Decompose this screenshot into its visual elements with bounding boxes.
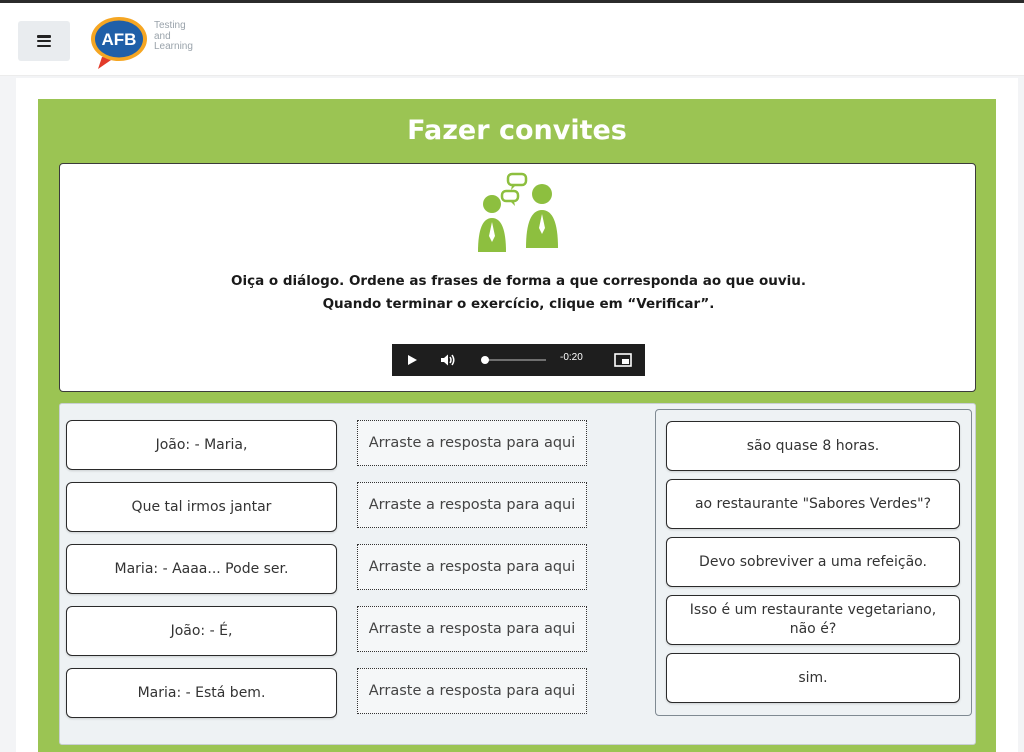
- answer-card[interactable]: sim.: [666, 653, 960, 703]
- phrase-card: Que tal irmos jantar: [66, 482, 337, 532]
- answer-card[interactable]: são quase 8 horas.: [666, 421, 960, 471]
- speech-bubble-logo-icon: AFB: [91, 17, 147, 69]
- play-button[interactable]: [392, 344, 432, 376]
- drop-zone[interactable]: Arraste a resposta para aqui: [357, 482, 587, 528]
- instruction-text: Oiça o diálogo. Ordene as frases de form…: [230, 273, 806, 312]
- drop-zone[interactable]: Arraste a resposta para aqui: [357, 420, 587, 466]
- top-bar: AFB Testing and Learning: [0, 0, 1024, 76]
- play-icon: [408, 355, 417, 365]
- menu-button[interactable]: [18, 21, 70, 61]
- phrase-card: Maria: - Aaaa... Pode ser.: [66, 544, 337, 594]
- answer-card[interactable]: ao restaurante "Sabores Verdes"?: [666, 479, 960, 529]
- activity-panel: Fazer convites Oiça o diálogo. Ordene as…: [38, 99, 996, 752]
- picture-in-picture-button[interactable]: [610, 350, 636, 370]
- audio-player: -0:20: [392, 344, 645, 376]
- activity-title: Fazer convites: [407, 115, 627, 146]
- exercise-area: João: - Maria, Que tal irmos jantar Mari…: [59, 403, 976, 745]
- people-talking-icon: [478, 172, 558, 252]
- time-remaining: -0:20: [560, 352, 583, 363]
- logo-letters: AFB: [102, 30, 137, 49]
- volume-button[interactable]: [432, 344, 464, 376]
- phrase-card: Maria: - Está bem.: [66, 668, 337, 718]
- answer-card[interactable]: Devo sobreviver a uma refeição.: [666, 537, 960, 587]
- afb-logo[interactable]: AFB Testing and Learning: [88, 13, 218, 71]
- logo-tagline: Testing and Learning: [154, 20, 193, 52]
- drop-zone[interactable]: Arraste a resposta para aqui: [357, 606, 587, 652]
- audio-progress-slider[interactable]: [481, 356, 546, 364]
- answer-card[interactable]: Isso é um restaurante vegetariano, não é…: [666, 595, 960, 645]
- drop-zone[interactable]: Arraste a resposta para aqui: [357, 668, 587, 714]
- progress-knob[interactable]: [481, 356, 489, 364]
- hamburger-menu-icon: [37, 35, 51, 47]
- instruction-card: Oiça o diálogo. Ordene as frases de form…: [59, 163, 976, 392]
- drop-zone[interactable]: Arraste a resposta para aqui: [357, 544, 587, 590]
- phrase-card: João: - Maria,: [66, 420, 337, 470]
- volume-icon: [441, 354, 455, 366]
- picture-in-picture-icon: [614, 353, 632, 367]
- phrase-card: João: - É,: [66, 606, 337, 656]
- answers-pool: são quase 8 horas. ao restaurante "Sabor…: [655, 409, 972, 716]
